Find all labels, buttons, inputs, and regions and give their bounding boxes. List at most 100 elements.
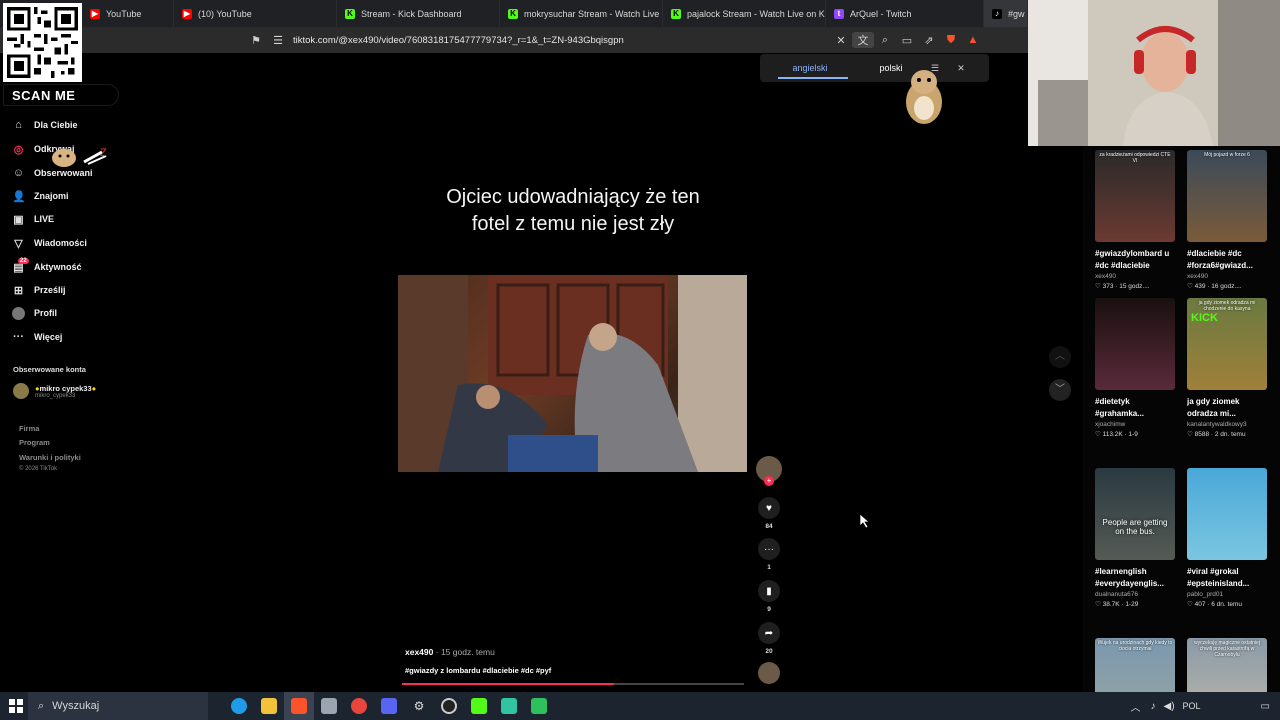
feed-card-user: kanalantywaldkowy3 bbox=[1187, 421, 1247, 428]
compass-icon: ◎ bbox=[13, 143, 24, 156]
sidebar-item-dla-ciebie[interactable]: ⌂ Dla Ciebie bbox=[12, 116, 77, 134]
close-icon[interactable]: ✕ bbox=[948, 63, 974, 74]
followed-account[interactable]: ●mikro cypek33● mikro_cypek33 bbox=[13, 383, 96, 399]
translate-lang-english[interactable]: angielski bbox=[760, 54, 860, 82]
zoom-icon[interactable]: ⌕ bbox=[874, 34, 896, 47]
share-icon[interactable]: ⇗ bbox=[918, 34, 940, 47]
footer-copyright: © 2026 TikTok bbox=[19, 466, 58, 472]
feed-card[interactable]: za kradzieżami odpowiedzi CTE VI #gwiazdy… bbox=[1095, 150, 1175, 290]
windows-start-icon[interactable] bbox=[9, 699, 23, 713]
scroll-up-button[interactable]: ︿ bbox=[1049, 346, 1071, 368]
sidebar-item-live[interactable]: ▣ LIVE bbox=[12, 210, 54, 228]
sidebar-item-obserwowani[interactable]: ☺ Obserwowani bbox=[12, 164, 93, 182]
obs-icon[interactable] bbox=[434, 692, 464, 720]
thumbnail-overlay-text: People are getting on the bus. bbox=[1102, 518, 1168, 536]
music-disc-icon bbox=[758, 662, 780, 684]
brave-rewards-icon[interactable]: ▲ bbox=[962, 34, 984, 46]
comment-button[interactable]: ··· 1 bbox=[756, 538, 782, 571]
edge-icon[interactable] bbox=[224, 692, 254, 720]
feed-card-user: dualnanuta676 bbox=[1095, 591, 1139, 598]
mute-icon[interactable]: ✕ bbox=[830, 34, 852, 47]
feed-card[interactable]: wyczekuję magiczne ostatniej chwili prze… bbox=[1187, 638, 1267, 692]
kick-app-icon[interactable] bbox=[464, 692, 494, 720]
thumbnail-top-text: Mój pojazd w forze 6 bbox=[1204, 152, 1250, 158]
volume-icon[interactable]: ◀) bbox=[1164, 701, 1175, 712]
music-disc[interactable] bbox=[756, 662, 782, 684]
video-hashtags[interactable]: #gwiazdy z lombardu #dlaciebie #dc #pyf bbox=[405, 666, 551, 675]
kick-icon: K bbox=[508, 8, 518, 19]
settings-icon[interactable]: ⚙ bbox=[404, 692, 434, 720]
sidebar-item-przeslij[interactable]: ⊞ Prześlij bbox=[12, 281, 66, 299]
footer-terms[interactable]: Warunki i polityki bbox=[19, 453, 81, 462]
translate-icon[interactable]: 文 bbox=[852, 32, 874, 48]
terminal-icon[interactable] bbox=[524, 692, 554, 720]
activity-badge: 22 bbox=[18, 258, 29, 264]
streamlabs-icon[interactable] bbox=[494, 692, 524, 720]
creator-avatar[interactable]: + bbox=[756, 456, 782, 486]
app-icon[interactable] bbox=[314, 692, 344, 720]
browser-tab-4[interactable]: Kmokrysuchar Stream - Watch Live on bbox=[500, 0, 663, 27]
taskbar-search[interactable]: ⌕ Wyszukaj bbox=[28, 692, 208, 720]
like-button[interactable]: ♥ 84 bbox=[756, 497, 782, 530]
feed-thumbnail: Wujek na urodzinach gdy kiedy to ciocia … bbox=[1095, 638, 1175, 692]
bookmark-icon[interactable]: ⚑ bbox=[245, 34, 267, 47]
feed-card[interactable]: ja gdy ziomek odradza mi chodzenie do ka… bbox=[1187, 298, 1267, 438]
feed-card[interactable]: People are getting on the bus. #learnengl… bbox=[1095, 468, 1175, 608]
more-icon: ··· bbox=[13, 331, 24, 343]
related-videos-feed: za kradzieżami odpowiedzi CTE VI #gwiazdy… bbox=[1083, 146, 1280, 692]
chevron-up-icon[interactable]: ︿ bbox=[1131, 699, 1141, 714]
brave-shield-icon[interactable]: ⛊ bbox=[940, 34, 962, 47]
footer-program[interactable]: Program bbox=[19, 438, 50, 447]
feed-card-title: #learnenglish #everydayenglis... bbox=[1095, 567, 1164, 588]
following-icon: ☺ bbox=[12, 167, 25, 179]
browser-tab-3[interactable]: K Stream - Kick Dashboard bbox=[337, 0, 500, 27]
thumbnail-overlay-text: KICK bbox=[1191, 312, 1218, 324]
screen-icon[interactable]: ▭ bbox=[896, 34, 918, 47]
heart-icon: ♥ bbox=[758, 497, 780, 519]
tiktok-icon: ♪ bbox=[992, 8, 1002, 19]
sidebar-item-profil[interactable]: Profil bbox=[12, 304, 57, 322]
footer-firma[interactable]: Firma bbox=[19, 424, 39, 433]
follow-plus-icon[interactable]: + bbox=[764, 476, 774, 486]
feed-card[interactable]: Mój pojazd w forze 6 #dlaciebie #dc #forz… bbox=[1187, 150, 1267, 290]
feed-thumbnail: za kradzieżami odpowiedzi CTE VI bbox=[1095, 150, 1175, 242]
scroll-down-button[interactable]: ﹀ bbox=[1049, 379, 1071, 401]
site-settings-icon[interactable]: ☰ bbox=[267, 34, 289, 47]
youtube-icon: ▶ bbox=[182, 8, 192, 19]
home-icon: ⌂ bbox=[15, 119, 22, 131]
url-field[interactable]: tiktok.com/@xex490/video/760831817547777… bbox=[293, 35, 624, 46]
language-indicator[interactable]: POL bbox=[1183, 701, 1201, 711]
video-player[interactable] bbox=[398, 275, 747, 472]
feed-card-title: ja gdy ziomek odradza mi... bbox=[1187, 397, 1240, 418]
feed-card[interactable]: Wujek na urodzinach gdy kiedy to ciocia … bbox=[1095, 638, 1175, 692]
browser-tab-6[interactable]: t ArQuel - Twitch bbox=[826, 0, 984, 27]
file-explorer-icon[interactable] bbox=[254, 692, 284, 720]
sidebar-item-znajomi[interactable]: 👤 Znajomi bbox=[12, 187, 69, 205]
feed-thumbnail bbox=[1187, 468, 1267, 560]
sidebar-item-wiadomosci[interactable]: ▽ Wiadomości bbox=[12, 234, 87, 252]
feed-card[interactable]: #dietetyk #grahamka... xjoachimw ♡ 113.2K … bbox=[1095, 298, 1175, 438]
twitch-icon: t bbox=[834, 8, 844, 19]
thumbnail-top-text: za kradzieżami odpowiedzi CTE VI bbox=[1099, 152, 1171, 164]
browser-tab-5[interactable]: Kpajalock Stream - Watch Live on Kick bbox=[663, 0, 826, 27]
live-icon: ▣ bbox=[13, 213, 24, 226]
svg-text:Z: Z bbox=[100, 147, 107, 159]
browser-tab-active[interactable]: ♪ #gw bbox=[984, 0, 1028, 27]
notification-icon[interactable]: ▭ bbox=[1261, 701, 1270, 712]
browser-tab-2[interactable]: ▶ (10) YouTube bbox=[174, 0, 337, 27]
youtube-icon: ▶ bbox=[90, 8, 100, 19]
brave-icon[interactable] bbox=[284, 692, 314, 720]
feed-card-meta: ♡ 439 · 16 godz.... bbox=[1187, 283, 1242, 290]
feed-card-user: xjoachimw bbox=[1095, 421, 1126, 428]
video-author[interactable]: xex490 · 15 godz. temu bbox=[405, 647, 495, 657]
share-button[interactable]: ➦ 20 bbox=[756, 622, 782, 655]
feed-card[interactable]: #viral #grokal #epsteinisland... pablo_pr… bbox=[1187, 468, 1267, 608]
video-progress-bar[interactable] bbox=[402, 683, 744, 685]
discord-icon[interactable] bbox=[374, 692, 404, 720]
mic-icon[interactable]: ♪ bbox=[1151, 701, 1156, 712]
sidebar-item-wiecej[interactable]: ··· Więcej bbox=[12, 328, 62, 346]
chrome-icon[interactable] bbox=[344, 692, 374, 720]
browser-tab-1[interactable]: ▶ YouTube bbox=[82, 0, 174, 27]
video-caption: Ojciec udowadniający że ten fotel z temu… bbox=[446, 186, 700, 235]
save-button[interactable]: ▮ 9 bbox=[756, 580, 782, 613]
